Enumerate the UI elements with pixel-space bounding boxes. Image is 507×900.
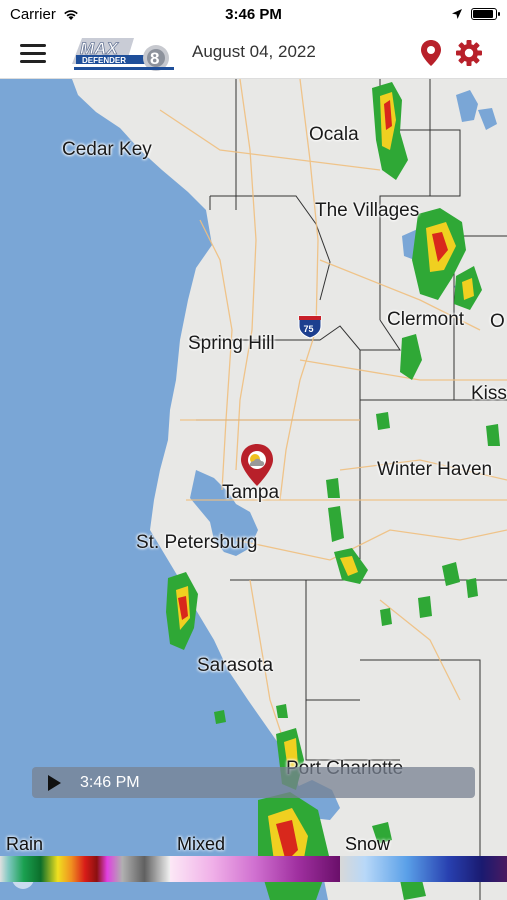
lake-water (456, 90, 478, 122)
wifi-icon (64, 9, 78, 20)
city-sarasota: Sarasota (197, 655, 274, 676)
legend-snow-label: Snow (345, 834, 391, 854)
hamburger-menu-button[interactable] (20, 31, 64, 75)
lake-water (478, 108, 497, 130)
logo-defender-text: DEFENDER (82, 56, 126, 65)
play-icon (47, 774, 61, 791)
rain-scale (0, 856, 170, 882)
city-orlando-partial: O (490, 311, 505, 332)
city-st-petersburg: St. Petersburg (136, 532, 258, 553)
mixed-scale (170, 856, 340, 882)
current-date: August 04, 2022 (192, 42, 316, 61)
frame-time: 3:46 PM (80, 773, 140, 791)
status-left: Carrier (0, 6, 80, 23)
city-tampa: Tampa (222, 482, 280, 503)
city-ocala: Ocala (309, 124, 359, 145)
settings-gear-button[interactable] (454, 38, 484, 68)
max-defender-8-logo: MAX DEFENDER 8 (72, 38, 174, 71)
city-clermont: Clermont (387, 309, 465, 330)
interstate-number: 75 (304, 324, 314, 334)
location-pin-button[interactable] (418, 38, 444, 68)
menu-line-icon (20, 59, 46, 63)
current-location-marker (241, 444, 273, 486)
status-right (451, 8, 507, 20)
precipitation-legend-bar (0, 856, 507, 882)
play-button[interactable] (32, 767, 76, 798)
city-spring-hill: Spring Hill (188, 333, 275, 354)
legend-mixed-label: Mixed (177, 834, 226, 854)
carrier-label: Carrier (10, 5, 56, 23)
radar-player: 3:46 PM (32, 767, 475, 798)
city-kissimmee-partial: Kiss (471, 383, 507, 404)
menu-line-icon (20, 43, 46, 47)
legend-rain-label: Rain (6, 834, 44, 854)
interstate-75-shield: 75 (298, 315, 322, 339)
city-the-villages: The Villages (315, 200, 420, 221)
city-cedar-key: Cedar Key (62, 139, 152, 160)
logo-number: 8 (150, 49, 159, 68)
city-winter-haven: Winter Haven (377, 459, 493, 480)
snow-scale (340, 856, 507, 882)
status-bar: Carrier 3:46 PM (0, 0, 507, 28)
location-arrow-icon (452, 9, 462, 19)
battery-icon (471, 8, 500, 20)
app-header: MAX DEFENDER 8 August 04, 2022 (0, 28, 507, 79)
menu-line-icon (20, 51, 46, 55)
